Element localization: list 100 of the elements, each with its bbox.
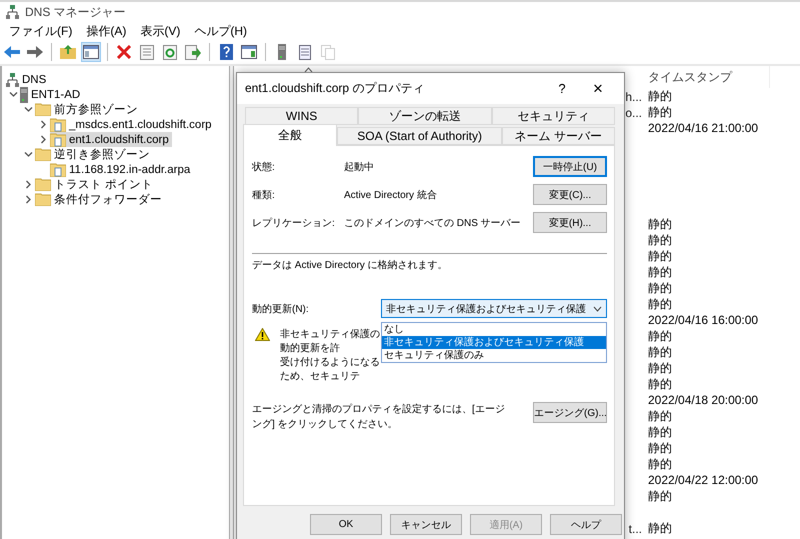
- close-button[interactable]: ×: [580, 78, 616, 98]
- table-cell-text: 静的: [647, 424, 673, 441]
- table-cell-text: 静的: [647, 232, 673, 249]
- dynamic-update-dropdown[interactable]: 非セキュリティ保護およびセキュリティ保護: [381, 299, 607, 318]
- table-cell-text: 静的: [647, 376, 673, 393]
- tree-item[interactable]: 11.168.192.in-addr.arpa: [50, 162, 194, 177]
- menu-item[interactable]: 操作(A): [79, 22, 134, 40]
- folder-icon: [35, 193, 51, 206]
- menu-item[interactable]: ヘルプ(H): [187, 22, 254, 40]
- table-cell-text: 静的: [647, 88, 673, 105]
- field-value: Active Directory 統合: [344, 188, 438, 202]
- refresh-icon: [163, 44, 177, 60]
- list-icon: [299, 44, 311, 60]
- properties-icon: [140, 44, 154, 60]
- chevron-right-icon[interactable]: [38, 120, 48, 129]
- table-cell-text: 静的: [647, 488, 673, 505]
- help-button[interactable]: ?: [544, 81, 580, 96]
- field-label: 動的更新(N):: [252, 302, 309, 316]
- tree-item[interactable]: 前方参照ゾーン: [35, 102, 141, 117]
- field-label: 状態:: [252, 160, 276, 174]
- chevron-down-icon[interactable]: [24, 150, 32, 159]
- panel-button[interactable]: 変更(C)...: [533, 184, 607, 205]
- chevron-down-icon[interactable]: [8, 90, 18, 99]
- chevron-right-icon[interactable]: [38, 135, 48, 144]
- field-value: 起動中: [344, 160, 375, 174]
- storage-note: データは Active Directory に格納されます。: [252, 258, 449, 272]
- table-cell-text: 静的: [647, 344, 673, 361]
- toolbar-button[interactable]: [114, 42, 134, 62]
- folder-icon: [35, 148, 51, 161]
- toolbar-button[interactable]: [81, 42, 101, 62]
- panel-button[interactable]: 一時停止(U): [533, 156, 607, 177]
- table-cell-text: 静的: [647, 264, 673, 281]
- table-cell-text: 静的: [647, 328, 673, 345]
- table-cell-text: 静的: [647, 456, 673, 473]
- server-icon: [20, 86, 28, 102]
- folder-icon: [35, 103, 51, 116]
- toolbar-button[interactable]: [137, 42, 157, 62]
- tab[interactable]: WINS: [245, 107, 358, 125]
- tree-item[interactable]: 逆引き参照ゾーン: [35, 147, 153, 162]
- table-cell: t...: [628, 522, 642, 536]
- sort-caret-icon: [304, 67, 313, 73]
- menu-item[interactable]: 表示(V): [133, 22, 188, 40]
- toolbar-button[interactable]: [58, 42, 78, 62]
- tab[interactable]: 全般: [243, 124, 338, 146]
- aging-button[interactable]: エージング(G)...: [533, 402, 607, 423]
- chevron-right-icon[interactable]: [24, 195, 32, 204]
- tree-item[interactable]: ent1.cloudshift.corp: [50, 132, 172, 147]
- toolbar-button[interactable]: [183, 42, 203, 62]
- table-cell: o...: [625, 106, 642, 120]
- aging-note: エージングと清掃のプロパティを設定するには、[エージング] をクリックしてください。: [252, 402, 506, 432]
- table-cell-text: 静的: [647, 440, 673, 457]
- window-title: DNS マネージャー: [25, 4, 126, 20]
- field-value: このドメインのすべての DNS サーバー: [344, 216, 522, 230]
- menu-item[interactable]: ファイル(F): [2, 22, 80, 40]
- warning-text: 非セキュリティ保護の動的更新を許: [280, 328, 380, 356]
- tree-item[interactable]: 条件付フォワーダー: [35, 192, 165, 207]
- chevron-down-icon[interactable]: [24, 105, 32, 114]
- tree-item[interactable]: ENT1-AD: [20, 87, 84, 102]
- delete-icon: [117, 45, 131, 59]
- field-label: 種類:: [252, 188, 276, 202]
- table-cell-text: 2022/04/16 21:00:00: [647, 121, 760, 135]
- action-pane-icon: [241, 45, 257, 59]
- tab[interactable]: ネーム サーバー: [502, 127, 615, 145]
- forward-arrow-icon: [27, 46, 43, 58]
- server-icon: [278, 44, 286, 60]
- tree-item[interactable]: DNS: [6, 72, 50, 87]
- table-cell-text: 静的: [647, 216, 673, 233]
- toolbar-button[interactable]: [160, 42, 180, 62]
- tree-item[interactable]: トラスト ポイント: [35, 177, 156, 192]
- zone-folder-icon: [50, 132, 66, 146]
- dropdown-option[interactable]: 非セキュリティ保護およびセキュリティ保護: [382, 336, 606, 349]
- copy-icon: [321, 44, 335, 60]
- pane-icon: [83, 45, 99, 59]
- field-label: レプリケーション:: [252, 216, 336, 230]
- tab[interactable]: ゾーンの転送: [358, 107, 492, 125]
- toolbar-button[interactable]: [239, 42, 259, 62]
- dialog-button[interactable]: ヘルプ: [550, 514, 622, 535]
- dialog-button[interactable]: OK: [310, 514, 382, 535]
- table-cell-text: 静的: [647, 104, 673, 121]
- table-cell-text: 2022/04/22 12:00:00: [647, 473, 760, 487]
- help-icon: [220, 44, 232, 60]
- zone-folder-icon: [50, 118, 66, 132]
- panel-button[interactable]: 変更(H)...: [533, 212, 607, 233]
- zone-folder-icon: [50, 162, 66, 176]
- chevron-right-icon[interactable]: [24, 180, 32, 189]
- table-cell-text: 静的: [647, 408, 673, 425]
- column-header[interactable]: タイムスタンプ: [646, 66, 770, 88]
- table-cell-text: 静的: [647, 520, 673, 537]
- back-arrow-icon: [4, 46, 20, 58]
- tab[interactable]: SOA (Start of Authority): [337, 127, 502, 145]
- table-cell-text: 静的: [647, 296, 673, 313]
- table-cell: h...: [625, 90, 642, 104]
- dialog-title: ent1.cloudshift.corp のプロパティ: [245, 80, 426, 97]
- table-cell-text: 静的: [647, 248, 673, 265]
- table-cell-text: 2022/04/18 20:00:00: [647, 393, 760, 407]
- tree-item[interactable]: _msdcs.ent1.cloudshift.corp: [50, 117, 215, 132]
- tab[interactable]: セキュリティ: [492, 107, 615, 125]
- export-icon: [185, 44, 201, 60]
- dialog-button[interactable]: キャンセル: [390, 514, 462, 535]
- folder-icon: [35, 178, 51, 191]
